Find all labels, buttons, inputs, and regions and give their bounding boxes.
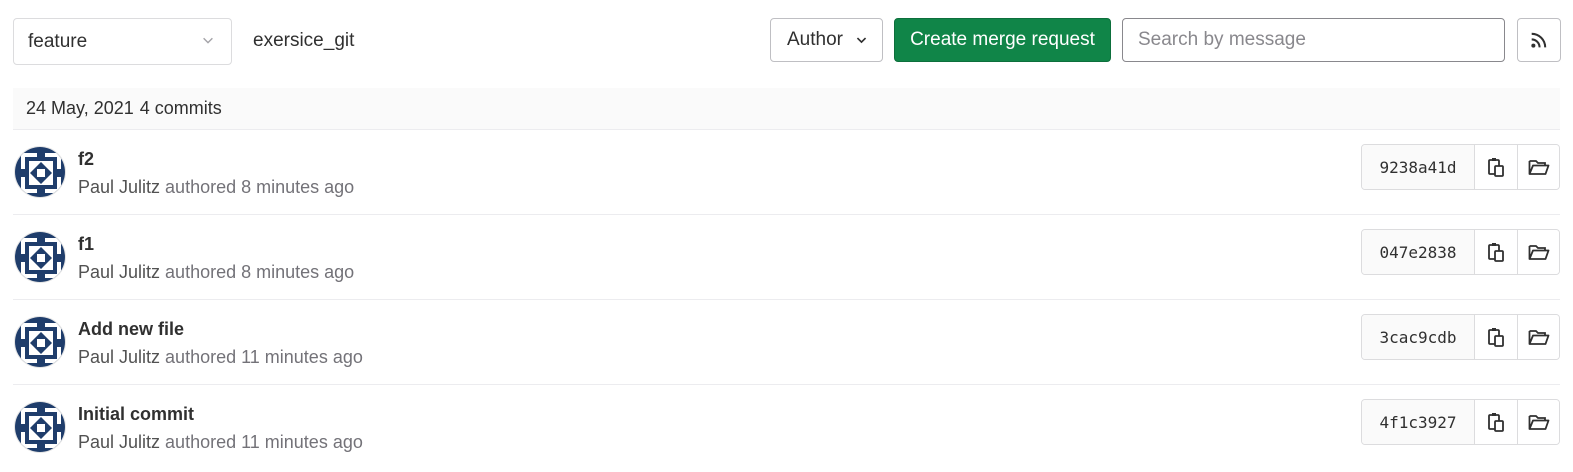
commit-day-header: 24 May, 2021 4 commits — [13, 88, 1560, 130]
copy-sha-button[interactable] — [1475, 400, 1517, 444]
commits-toolbar: feature exersice_git Author Create merge… — [0, 0, 1573, 84]
repository-path[interactable]: exersice_git — [253, 30, 354, 52]
chevron-down-icon — [203, 37, 213, 44]
authored-label: authored — [165, 432, 237, 452]
commit-sha-link[interactable]: 4f1c3927 — [1362, 400, 1475, 444]
commit-list: f2 Paul Julitz authored 8 minutes ago 9238… — [13, 130, 1560, 470]
authored-label: authored — [165, 347, 237, 367]
copy-to-clipboard-icon — [1488, 413, 1504, 432]
commit-meta: Paul Julitz authored 11 minutes ago — [78, 432, 363, 453]
folder-open-icon — [1528, 330, 1549, 345]
copy-sha-button[interactable] — [1475, 145, 1517, 189]
folder-open-icon — [1528, 160, 1549, 175]
commit-count: 4 commits — [139, 98, 222, 118]
copy-sha-button[interactable] — [1475, 230, 1517, 274]
commit-title-link[interactable]: Initial commit — [78, 404, 194, 425]
browse-files-button[interactable] — [1517, 400, 1559, 444]
authored-label: authored — [165, 262, 237, 282]
commit-time: 11 minutes ago — [241, 347, 363, 367]
authored-label: authored — [165, 177, 237, 197]
commit-author-link[interactable]: Paul Julitz — [78, 262, 160, 282]
commit-author-link[interactable]: Paul Julitz — [78, 177, 160, 197]
copy-to-clipboard-icon — [1488, 243, 1504, 262]
commit-title-link[interactable]: f1 — [78, 234, 94, 255]
search-commits-input[interactable] — [1122, 18, 1505, 62]
copy-to-clipboard-icon — [1488, 158, 1504, 177]
folder-open-icon — [1528, 415, 1549, 430]
commit-meta: Paul Julitz authored 8 minutes ago — [78, 262, 354, 283]
commit-title-link[interactable]: Add new file — [78, 319, 184, 340]
commit-date: 24 May, 2021 — [26, 98, 134, 118]
commit-sha-link[interactable]: 9238a41d — [1362, 145, 1475, 189]
avatar[interactable] — [14, 231, 66, 283]
branch-dropdown[interactable]: feature — [13, 18, 232, 65]
commit-time: 11 minutes ago — [241, 432, 363, 452]
commit-sha-group: 047e2838 — [1361, 229, 1560, 275]
browse-files-button[interactable] — [1517, 230, 1559, 274]
rss-feed-button[interactable] — [1517, 18, 1561, 62]
commit-sha-link[interactable]: 3cac9cdb — [1362, 315, 1475, 359]
rss-icon — [1531, 32, 1547, 48]
commit-time: 8 minutes ago — [241, 262, 355, 282]
commit-row: f2 Paul Julitz authored 8 minutes ago 9238… — [13, 130, 1560, 215]
commit-sha-group: 9238a41d — [1361, 144, 1560, 190]
commit-sha-group: 4f1c3927 — [1361, 399, 1560, 445]
chevron-down-icon — [856, 37, 867, 44]
avatar[interactable] — [14, 316, 66, 368]
browse-files-button[interactable] — [1517, 145, 1559, 189]
commit-author-link[interactable]: Paul Julitz — [78, 347, 160, 367]
commit-row: Initial commit Paul Julitz authored 11 min… — [13, 385, 1560, 470]
copy-to-clipboard-icon — [1488, 328, 1504, 347]
commit-row: f1 Paul Julitz authored 8 minutes ago 047e… — [13, 215, 1560, 300]
copy-sha-button[interactable] — [1475, 315, 1517, 359]
browse-files-button[interactable] — [1517, 315, 1559, 359]
commit-meta: Paul Julitz authored 11 minutes ago — [78, 347, 363, 368]
commit-title-link[interactable]: f2 — [78, 149, 94, 170]
commit-row: Add new file Paul Julitz authored 11 minut… — [13, 300, 1560, 385]
commit-author-link[interactable]: Paul Julitz — [78, 432, 160, 452]
avatar[interactable] — [14, 146, 66, 198]
folder-open-icon — [1528, 245, 1549, 260]
commit-meta: Paul Julitz authored 8 minutes ago — [78, 177, 354, 198]
commit-time: 8 minutes ago — [241, 177, 355, 197]
create-merge-request-button[interactable]: Create merge request — [894, 18, 1111, 62]
branch-name: feature — [28, 30, 88, 52]
avatar[interactable] — [14, 401, 66, 453]
author-filter-label: Author — [787, 29, 843, 50]
commit-sha-group: 3cac9cdb — [1361, 314, 1560, 360]
author-filter-dropdown[interactable]: Author — [770, 18, 883, 62]
commit-sha-link[interactable]: 047e2838 — [1362, 230, 1475, 274]
